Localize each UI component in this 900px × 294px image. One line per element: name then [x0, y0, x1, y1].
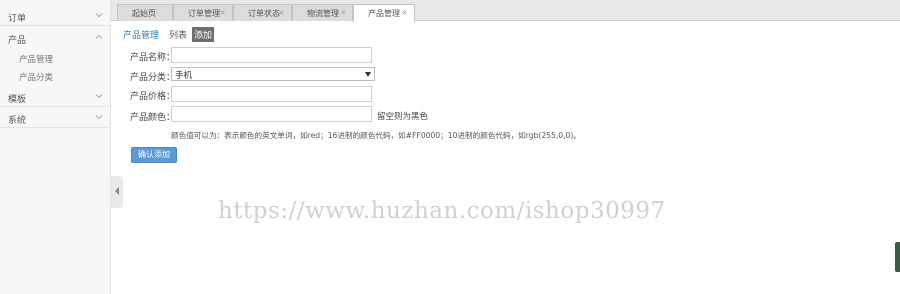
chevron-down-icon: [95, 115, 103, 120]
tab-label: 订单状态: [248, 9, 280, 18]
close-icon[interactable]: ×: [340, 8, 347, 17]
sidebar-group-label: 订单: [8, 14, 27, 24]
confirm-add-button[interactable]: 确认添加: [131, 147, 177, 163]
tab-start-page[interactable]: 起始页: [117, 4, 173, 21]
sidebar-group-orders[interactable]: 订单: [0, 6, 111, 26]
tab-order-management[interactable]: 订单管理 ×: [173, 4, 233, 21]
sidebar: 订单 产品 产品管理 产品分类 模板 系统: [0, 0, 111, 294]
product-color-input[interactable]: [171, 106, 372, 122]
dropdown-arrow-icon: [365, 72, 371, 77]
tab-product-management[interactable]: 产品管理 ×: [353, 4, 415, 22]
chevron-down-icon: [95, 13, 103, 18]
tab-order-status[interactable]: 订单状态 ×: [233, 4, 292, 21]
chevron-down-icon: [95, 94, 103, 99]
scrollbar-thumb[interactable]: [895, 242, 900, 272]
sidebar-group-label: 系统: [8, 116, 27, 126]
product-price-label: 产品价格：: [130, 92, 176, 102]
product-color-label: 产品颜色：: [130, 113, 176, 123]
close-icon[interactable]: ×: [401, 8, 408, 17]
product-price-input[interactable]: [171, 86, 372, 102]
sidebar-collapse-toggle[interactable]: [111, 176, 123, 208]
product-color-hint: 留空则为黑色: [377, 112, 429, 122]
sidebar-group-products[interactable]: 产品: [0, 28, 111, 48]
sidebar-item-product-management[interactable]: 产品管理: [19, 53, 53, 65]
chevron-up-icon: [95, 34, 103, 39]
tab-label: 产品管理: [368, 9, 400, 18]
close-icon[interactable]: ×: [278, 8, 285, 17]
watermark-url: https://www.huzhan.com/ishop30997: [218, 198, 666, 224]
sidebar-group-label: 产品: [8, 36, 27, 46]
tab-logistics-management[interactable]: 物流管理 ×: [292, 4, 353, 21]
sidebar-group-templates[interactable]: 模板: [0, 87, 111, 107]
product-name-label: 产品名称：: [130, 53, 176, 63]
close-icon[interactable]: ×: [219, 8, 226, 17]
breadcrumb-add-current[interactable]: 添加: [192, 27, 215, 42]
tab-label: 订单管理: [188, 9, 220, 18]
breadcrumb-list-link[interactable]: 列表: [169, 28, 187, 41]
caret-left-icon: [115, 187, 119, 195]
color-help-text: 颜色值可以为：表示颜色的英文单词，如red；16进制的颜色代码，如#FF0000…: [171, 131, 581, 140]
tab-label: 起始页: [132, 9, 156, 18]
sidebar-group-label: 模板: [8, 95, 27, 105]
product-name-input[interactable]: [171, 47, 372, 63]
tab-label: 物流管理: [307, 9, 339, 18]
product-category-label: 产品分类：: [130, 73, 176, 83]
breadcrumb-product-management-link[interactable]: 产品管理: [123, 28, 159, 41]
sidebar-group-system[interactable]: 系统: [0, 108, 111, 128]
sidebar-item-product-category[interactable]: 产品分类: [19, 71, 53, 83]
product-category-select[interactable]: 手机: [171, 67, 375, 81]
product-category-value: 手机: [175, 71, 193, 81]
tab-bar: 起始页 订单管理 × 订单状态 × 物流管理 × 产品管理 ×: [111, 0, 900, 22]
